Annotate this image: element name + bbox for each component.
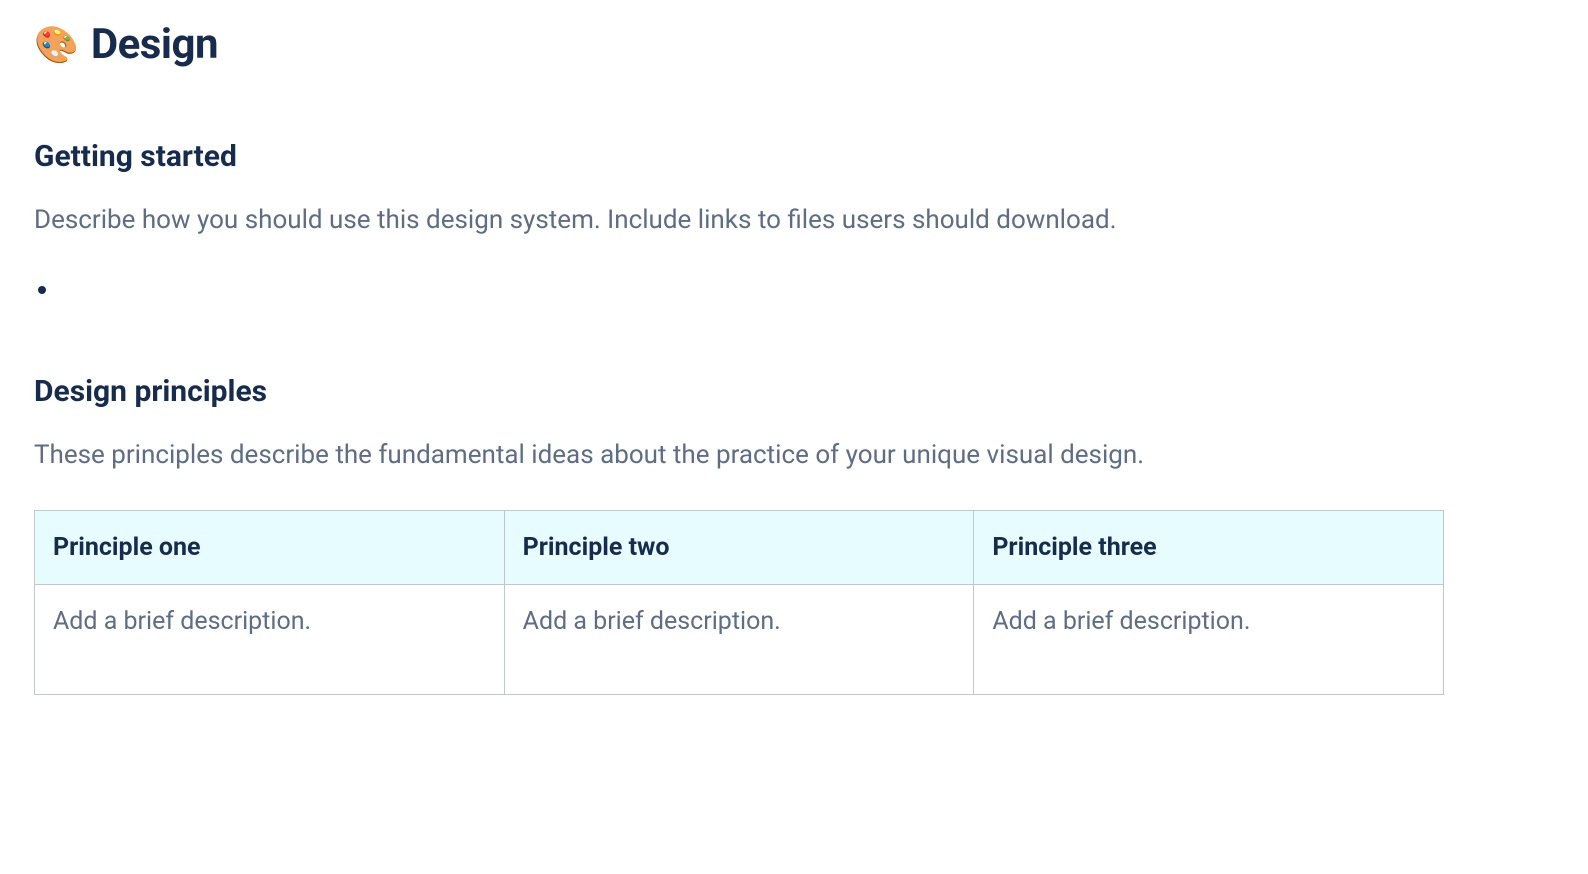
- principle-one-header[interactable]: Principle one: [35, 510, 505, 584]
- design-principles-heading[interactable]: Design principles: [34, 374, 1554, 409]
- principle-three-header[interactable]: Principle three: [974, 510, 1444, 584]
- table-row: Add a brief description. Add a brief des…: [35, 584, 1444, 694]
- principle-two-cell[interactable]: Add a brief description.: [504, 584, 974, 694]
- list-item[interactable]: [60, 274, 1554, 304]
- table-header-row: Principle one Principle two Principle th…: [35, 510, 1444, 584]
- page-title[interactable]: Design: [91, 20, 218, 69]
- principle-two-header[interactable]: Principle two: [504, 510, 974, 584]
- principle-one-cell[interactable]: Add a brief description.: [35, 584, 505, 694]
- principles-table: Principle one Principle two Principle th…: [34, 510, 1444, 695]
- design-principles-description[interactable]: These principles describe the fundamenta…: [34, 437, 1554, 473]
- page-title-row: 🎨 Design: [34, 20, 1554, 69]
- getting-started-bullets[interactable]: [34, 274, 1554, 304]
- getting-started-description[interactable]: Describe how you should use this design …: [34, 202, 1554, 238]
- getting-started-heading[interactable]: Getting started: [34, 139, 1554, 174]
- palette-icon: 🎨: [34, 27, 79, 63]
- principle-three-cell[interactable]: Add a brief description.: [974, 584, 1444, 694]
